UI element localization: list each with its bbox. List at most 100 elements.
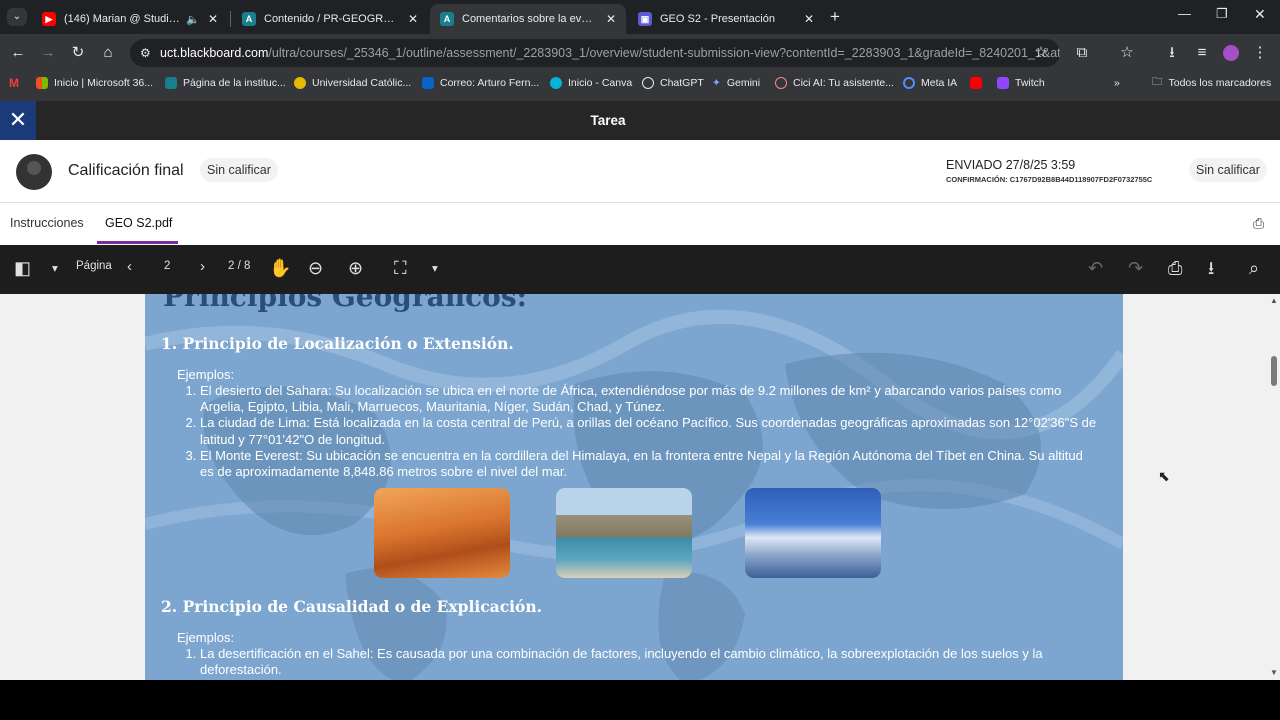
gemini-icon: ✦ <box>712 77 721 89</box>
mouse-cursor-icon: ⬉ <box>1158 468 1170 484</box>
restore-icon[interactable]: ❐ <box>1216 6 1228 22</box>
bookmarks-bottom-gap <box>0 94 1280 101</box>
bookmark-institucion[interactable]: Página de la instituc... <box>165 75 286 91</box>
bookmark-universidad[interactable]: Universidad Católic... <box>294 75 411 91</box>
chevron-down-icon[interactable]: ▾ <box>52 261 58 275</box>
presentation-icon: ▣ <box>638 12 652 26</box>
bookmark-star-icon[interactable]: ☆ <box>1031 43 1051 63</box>
print-icon[interactable]: ⎙ <box>1168 257 1182 279</box>
prev-page-icon[interactable]: ‹ <box>127 258 132 275</box>
hand-tool-icon[interactable]: ✋ <box>269 257 291 279</box>
examples-label: Ejemplos: <box>177 367 235 382</box>
scroll-down-icon[interactable]: ▼ <box>1270 668 1278 677</box>
menu-kebab-icon[interactable]: ⋮ <box>1250 43 1270 63</box>
close-tab-icon[interactable]: ✕ <box>606 12 616 26</box>
microsoft-icon <box>36 77 48 89</box>
scrollbar-thumb[interactable] <box>1271 356 1277 386</box>
extensions-icon[interactable]: ⧉ <box>1072 43 1092 63</box>
bookmark-cici[interactable]: Cici AI: Tu asistente... <box>775 75 894 91</box>
close-tab-icon[interactable]: ✕ <box>208 12 218 26</box>
list-item: El Monte Everest: Su ubicación se encuen… <box>200 448 1097 480</box>
search-icon[interactable]: ⌕ <box>1249 257 1259 279</box>
profile-avatar-icon[interactable] <box>1221 43 1241 63</box>
home-icon[interactable]: ⌂ <box>98 43 118 63</box>
favorites-icon[interactable]: ☆ <box>1117 43 1137 63</box>
undo-icon[interactable]: ↶ <box>1088 257 1103 279</box>
examples-label-2: Ejemplos: <box>177 630 235 645</box>
university-icon <box>294 77 306 89</box>
media-icon[interactable]: ≡ <box>1192 43 1212 63</box>
folder-icon: 🗀 <box>1152 76 1163 88</box>
tab-title: Contenido / PR-GEOGRAFÍA AM <box>264 13 400 25</box>
section-heading-1: 1. Principio de Localización o Extensión… <box>161 334 514 353</box>
close-tab-icon[interactable]: ✕ <box>408 12 418 26</box>
forward-icon[interactable]: → <box>38 43 58 63</box>
examples-list-2: La desertificación en el Sahel: Es causa… <box>177 646 1097 678</box>
window-close-icon[interactable]: ✕ <box>1254 6 1266 23</box>
page-label: Página <box>76 260 112 272</box>
reload-icon[interactable]: ↻ <box>68 43 88 63</box>
browser-tab-contenido[interactable]: A Contenido / PR-GEOGRAFÍA AM ✕ <box>232 4 428 34</box>
examples-list-1: El desierto del Sahara: Su localización … <box>177 383 1097 480</box>
youtube-bookmark-icon[interactable] <box>970 75 988 91</box>
fit-page-icon[interactable]: ⛶ <box>394 257 407 279</box>
speaker-icon[interactable]: 🔈 <box>186 13 200 26</box>
pdf-viewer[interactable]: Principios Geográficos: 1. Principio de … <box>0 294 1280 680</box>
scroll-up-icon[interactable]: ▲ <box>1270 296 1278 305</box>
site-info-icon[interactable]: ⚙ <box>140 39 151 67</box>
twitch-icon <box>997 77 1009 89</box>
close-tab-icon[interactable]: ✕ <box>804 12 814 26</box>
download-file-icon[interactable]: ⎙ <box>1253 215 1264 232</box>
browser-tab-comentarios[interactable]: A Comentarios sobre la evaluació ✕ <box>430 4 626 34</box>
zoom-in-icon[interactable]: ⊕ <box>348 257 363 279</box>
confirmation-code: CONFIRMACIÓN: C1767D92B8B44D118907FD2F07… <box>946 175 1153 184</box>
next-page-icon[interactable]: › <box>200 258 205 275</box>
page-title: Tarea <box>590 113 626 128</box>
bottom-black-bar <box>0 680 1280 720</box>
redo-icon[interactable]: ↷ <box>1128 257 1143 279</box>
fit-options-chevron-icon[interactable]: ▾ <box>432 261 438 275</box>
page-number-input[interactable]: 2 <box>164 260 170 272</box>
tab-title: GEO S2 - Presentación <box>660 13 775 25</box>
section-heading-2: 2. Principio de Causalidad o de Explicac… <box>161 597 543 616</box>
bookmark-meta[interactable]: Meta IA <box>903 75 957 91</box>
download-icon[interactable]: ⭳ <box>1162 43 1182 63</box>
address-bar[interactable]: ⚙ uct.blackboard.com/ultra/courses/_2534… <box>130 39 1060 67</box>
more-bookmarks-icon[interactable]: » <box>1114 75 1120 91</box>
url-domain: uct.blackboard.com <box>160 46 269 60</box>
bookmark-chatgpt[interactable]: ChatGPT <box>642 75 704 91</box>
tab-geo-pdf[interactable]: GEO S2.pdf <box>105 216 172 230</box>
outlook-icon <box>422 77 434 89</box>
back-icon[interactable]: ← <box>8 43 28 63</box>
assessment-header: ✕ Tarea <box>0 101 1280 140</box>
gmail-icon[interactable]: M <box>9 75 19 91</box>
tab-instrucciones[interactable]: Instrucciones <box>10 216 84 230</box>
active-tab-indicator <box>97 241 178 244</box>
cici-icon <box>775 77 787 89</box>
list-item: La desertificación en el Sahel: Es causa… <box>200 646 1097 678</box>
bookmark-correo[interactable]: Correo: Arturo Fern... <box>422 75 539 91</box>
grade-status-badge: Sin calificar <box>200 158 278 182</box>
download-pdf-icon[interactable]: ⭳ <box>1208 257 1214 279</box>
vertical-scrollbar[interactable]: ▲ ▼ <box>1268 294 1280 680</box>
browser-tab-youtube[interactable]: ▶ (146) Marian @ Studio Thea 🔈 ✕ <box>32 4 228 34</box>
sidebar-toggle-icon[interactable]: ◧ <box>14 257 31 279</box>
avatar <box>16 154 52 190</box>
bookmarks-bar: M Inicio | Microsoft 36... Página de la … <box>0 72 1280 94</box>
zoom-out-icon[interactable]: ⊖ <box>308 257 323 279</box>
new-tab-icon[interactable]: + <box>830 7 840 27</box>
tab-search-button[interactable]: ⌄ <box>7 8 27 26</box>
grade-status-right[interactable]: Sin calificar <box>1189 158 1267 182</box>
bookmark-gemini[interactable]: ✦ Gemini <box>712 75 760 91</box>
bookmark-microsoft[interactable]: Inicio | Microsoft 36... <box>36 75 153 91</box>
meta-icon <box>903 77 915 89</box>
minimize-icon[interactable]: — <box>1178 6 1191 21</box>
browser-tab-strip: ⌄ ▶ (146) Marian @ Studio Thea 🔈 ✕ A Con… <box>0 0 1280 34</box>
bookmark-twitch[interactable]: Twitch <box>997 75 1045 91</box>
page-count: 2 / 8 <box>228 260 251 272</box>
browser-tab-geo[interactable]: ▣ GEO S2 - Presentación ✕ <box>628 4 824 34</box>
all-bookmarks[interactable]: 🗀 Todos los marcadores <box>1152 75 1271 91</box>
pdf-page: Principios Geográficos: 1. Principio de … <box>145 294 1123 680</box>
tab-title: (146) Marian @ Studio Thea <box>64 13 180 25</box>
bookmark-canva[interactable]: Inicio - Canva <box>550 75 632 91</box>
